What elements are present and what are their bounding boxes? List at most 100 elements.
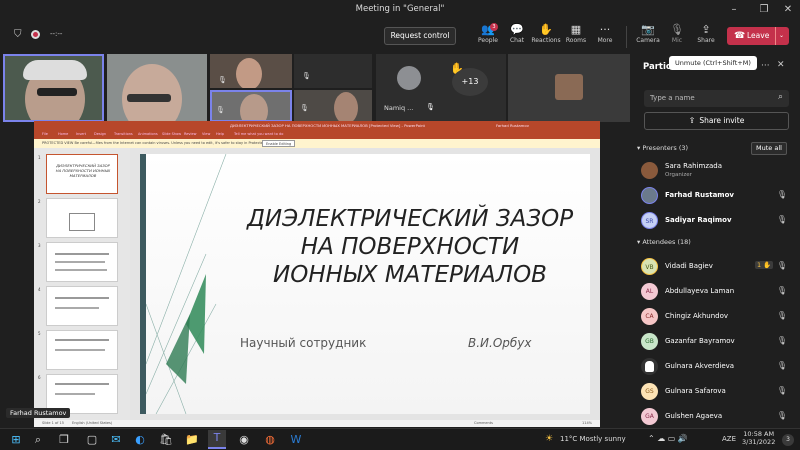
search-icon: ⌕: [777, 92, 783, 102]
video-tile[interactable]: [508, 54, 630, 122]
slide-thumbnail-2[interactable]: 2: [38, 198, 118, 238]
reactions-button[interactable]: ✋ Reactions: [530, 23, 562, 44]
camera-button[interactable]: 📷 Camera: [632, 23, 664, 44]
participant-row[interactable]: Sara Rahimzada Organizer: [641, 160, 791, 182]
tab-file[interactable]: File: [42, 132, 48, 136]
video-tile[interactable]: [107, 54, 207, 122]
video-tile[interactable]: 🎙: [210, 54, 292, 88]
participant-name: Gulnara Safarova: [665, 387, 726, 395]
current-slide[interactable]: ДИЭЛЕКТРИЧЕСКИЙ ЗАЗОР НА ПОВЕРХНОСТИ ИОН…: [140, 154, 590, 414]
window-title-bar: Meeting in "General" – ❐ ✕: [0, 0, 800, 20]
more-label: More: [597, 37, 613, 44]
search-input[interactable]: Type a name ⌕: [644, 90, 789, 107]
tray-icons[interactable]: ⌃ ☁ ▭ 🔊: [648, 434, 688, 443]
weather-text[interactable]: 11°C Mostly sunny: [560, 435, 626, 443]
status-zoom[interactable]: 114%: [582, 420, 592, 427]
participant-row[interactable]: GB Gazanfar Bayramov 🎙: [641, 331, 791, 353]
mute-all-button[interactable]: Mute all: [751, 142, 787, 155]
participant-name: Gulnara Akverdieva: [665, 362, 735, 370]
slide-thumbnail-5[interactable]: 5: [38, 330, 118, 370]
chat-button[interactable]: 💬 Chat: [501, 23, 533, 44]
tab-animations[interactable]: Animations: [138, 132, 158, 136]
tab-design[interactable]: Design: [94, 132, 106, 136]
edge-icon[interactable]: ◐: [132, 432, 148, 448]
avatar: CA: [641, 308, 658, 325]
windows-start-icon[interactable]: ⊞: [8, 432, 24, 448]
tab-insert[interactable]: Insert: [76, 132, 86, 136]
share-invite-button[interactable]: ⇪ Share invite: [644, 112, 789, 130]
mic-off-icon: 🎙: [776, 286, 787, 295]
rooms-label: Rooms: [565, 37, 587, 44]
chrome-icon[interactable]: ◉: [236, 432, 252, 448]
status-comments[interactable]: Comments: [474, 420, 493, 427]
maximize-button[interactable]: ❐: [752, 2, 776, 18]
slide-thumbnail-1[interactable]: 1 ДИЭЛЕКТРИЧЕСКИЙ ЗАЗОР НА ПОВЕРХНОСТИ И…: [38, 154, 118, 194]
file-explorer-icon[interactable]: 📁: [184, 432, 200, 448]
enable-editing-button[interactable]: Enable Editing: [262, 140, 296, 147]
share-invite-label: Share invite: [699, 116, 745, 125]
participant-row[interactable]: Gulnara Akverdieva 🎙: [641, 356, 791, 378]
widgets-icon[interactable]: ▢: [84, 432, 100, 448]
tab-help[interactable]: Help: [216, 132, 224, 136]
search-icon[interactable]: ⌕: [30, 432, 46, 448]
protected-view-message: PROTECTED VIEW Be careful—files from the…: [42, 141, 276, 145]
task-view-icon[interactable]: ❐: [56, 432, 72, 448]
share-invite-icon: ⇪: [688, 116, 696, 125]
participant-row[interactable]: Farhad Rustamov 🎙: [641, 185, 791, 207]
video-tile[interactable]: 🎙: [294, 90, 372, 122]
mail-icon[interactable]: ✉: [108, 432, 124, 448]
request-control-button[interactable]: Request control: [384, 27, 456, 45]
slide-subtitle-author: В.И.Орбух: [468, 336, 532, 350]
attendees-section-header[interactable]: ▾ Attendees (18): [637, 238, 691, 246]
participant-row[interactable]: GA Gulshen Agaeva 🎙: [641, 406, 791, 428]
slide-title-line-1: ДИЭЛЕКТРИЧЕСКИЙ ЗАЗОР: [246, 206, 574, 232]
more-button[interactable]: ··· More: [589, 23, 621, 44]
more-participants-tile[interactable]: ✋ +13: [442, 54, 506, 122]
clock-time: 10:58 AM: [743, 430, 775, 438]
rooms-button[interactable]: ▦ Rooms: [560, 23, 592, 44]
slide-title-line-3: ИОННЫХ МАТЕРИАЛОВ: [273, 262, 547, 288]
input-language[interactable]: AZE: [722, 435, 736, 443]
store-icon[interactable]: 🛍: [158, 432, 174, 448]
chevron-down-icon[interactable]: ⌄: [775, 27, 784, 45]
avatar: GA: [641, 408, 658, 425]
tab-slide-show[interactable]: Slide Show: [162, 132, 181, 136]
people-button[interactable]: 👥 People 3: [472, 23, 504, 44]
powerpoint-statusbar: Slide 1 of 15 English (United States) Co…: [34, 420, 600, 427]
mic-button[interactable]: 🎙 Mic: [661, 23, 693, 44]
video-tile[interactable]: 🎙: [210, 90, 292, 122]
mic-icon: 🎙: [776, 215, 787, 224]
more-options-icon[interactable]: ···: [761, 61, 770, 71]
minimize-button[interactable]: –: [722, 2, 746, 18]
video-tile[interactable]: [3, 54, 104, 122]
presenters-section-header[interactable]: ▾ Presenters (3): [637, 144, 688, 152]
clock[interactable]: 10:58 AM 3/31/2022: [742, 430, 775, 446]
participant-row[interactable]: VB Vidadi Bagiev 1 ✋ 🎙: [641, 256, 791, 278]
share-button[interactable]: ⇪ Share: [690, 23, 722, 44]
slide-thumbnail-4[interactable]: 4: [38, 286, 118, 326]
mic-off-icon: 🎙: [300, 104, 309, 112]
tab-home[interactable]: Home: [58, 132, 68, 136]
teams-icon[interactable]: T: [208, 430, 226, 449]
shared-screen-powerpoint[interactable]: ДИЭЛЕКТРИЧЕСКИЙ ЗАЗОР НА ПОВЕРХНОСТИ ИОН…: [34, 121, 600, 427]
tab-review[interactable]: Review: [184, 132, 197, 136]
notification-badge[interactable]: 3: [782, 434, 794, 446]
slide-thumbnail-3[interactable]: 3: [38, 242, 118, 282]
firefox-icon[interactable]: ◍: [262, 432, 278, 448]
participant-row[interactable]: CA Chingiz Akhundov 🎙: [641, 306, 791, 328]
video-tile[interactable]: 🎙: [294, 54, 372, 88]
tab-view[interactable]: View: [202, 132, 210, 136]
video-tile-namiq[interactable]: Namiq ... 🎙: [376, 54, 442, 122]
mic-off-icon: 🎙: [776, 411, 787, 420]
shield-icon[interactable]: ⛉: [14, 29, 22, 40]
close-window-button[interactable]: ✕: [776, 2, 800, 18]
word-icon[interactable]: W: [288, 432, 304, 448]
participant-row[interactable]: GS Gulnara Safarova 🎙: [641, 381, 791, 403]
hangup-icon: ☎: [734, 31, 746, 41]
participant-row[interactable]: SR Sadiyar Raqimov 🎙: [641, 210, 791, 232]
participant-row[interactable]: AL Abdullayeva Laman 🎙: [641, 281, 791, 303]
tab-transitions[interactable]: Transitions: [114, 132, 133, 136]
tell-me-box[interactable]: Tell me what you want to do: [234, 132, 283, 136]
leave-button[interactable]: ☎ Leave ⌄: [727, 27, 789, 45]
close-icon[interactable]: ✕: [777, 60, 785, 70]
